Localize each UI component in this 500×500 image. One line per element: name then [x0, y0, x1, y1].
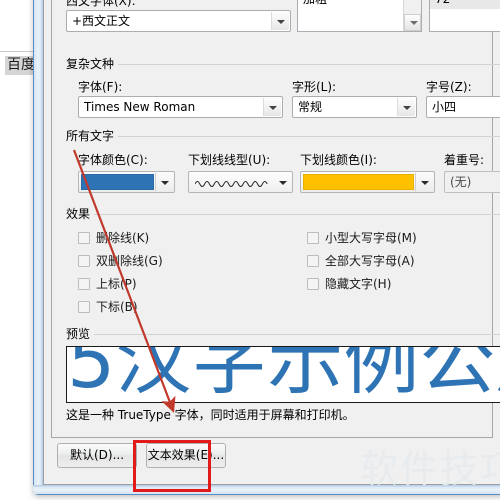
- underline-style-combo[interactable]: [188, 171, 293, 193]
- checkbox-hidden-text[interactable]: 隐藏文字(H): [307, 277, 391, 292]
- latin-font-label: 西文字体(X):: [66, 0, 136, 8]
- chevron-down-icon[interactable]: [263, 98, 281, 116]
- checkbox-icon[interactable]: [78, 301, 90, 313]
- checkbox-label: 全部大写字母(A): [325, 254, 415, 268]
- checkbox-strikethrough[interactable]: 删除线(K): [78, 231, 149, 246]
- preview-caption: 预览: [66, 326, 95, 342]
- checkbox-superscript[interactable]: 上标(P): [78, 277, 137, 292]
- group-divider: [66, 136, 500, 137]
- browser-tab-baidu[interactable]: 百度: [5, 56, 36, 75]
- font-color-picker[interactable]: [78, 171, 175, 193]
- all-text-caption: 所有文字: [66, 128, 119, 144]
- dialog-frame-bottom: [33, 485, 500, 495]
- cs-font-label: 字体(F):: [78, 80, 123, 94]
- font-tab-page: 西文字体(X): +西文正文 倾斜 加粗 48 72: [51, 0, 500, 438]
- set-as-default-button[interactable]: 默认(D)...: [57, 443, 137, 468]
- scrollbar-vertical[interactable]: [403, 0, 421, 31]
- list-item[interactable]: 72: [430, 0, 500, 9]
- checkbox-icon[interactable]: [307, 278, 319, 290]
- all-text-group: 所有文字: [66, 128, 500, 146]
- emphasis-mark-value: (无): [450, 175, 472, 189]
- checkbox-label: 小型大写字母(M): [325, 231, 417, 245]
- cs-size-label: 字号(Z):: [426, 80, 472, 94]
- complex-script-group: 复杂文种: [66, 56, 500, 74]
- chevron-down-icon[interactable]: [156, 172, 174, 192]
- cs-size-combo[interactable]: 小四: [426, 96, 500, 118]
- font-preview-box: 5汉字示例公用: [66, 346, 500, 403]
- checkbox-icon[interactable]: [78, 255, 90, 267]
- truetype-note: 这是一种 TrueType 字体，同时适用于屏幕和打印机。: [66, 408, 355, 422]
- checkbox-label: 删除线(K): [96, 231, 150, 245]
- checkbox-label: 隐藏文字(H): [325, 277, 392, 291]
- checkbox-subscript[interactable]: 下标(B): [78, 300, 138, 315]
- cs-font-value: Times New Roman: [84, 100, 196, 114]
- group-divider: [66, 334, 500, 335]
- checkbox-all-caps[interactable]: 全部大写字母(A): [307, 254, 415, 269]
- effects-group: 效果: [66, 206, 500, 224]
- scroll-down-icon[interactable]: [404, 14, 421, 31]
- font-style-listbox[interactable]: 倾斜 加粗: [297, 0, 422, 32]
- underline-style-label: 下划线线型(U):: [188, 153, 271, 167]
- font-color-swatch: [81, 174, 154, 190]
- cs-font-combo[interactable]: Times New Roman: [78, 96, 283, 118]
- font-size-listbox[interactable]: 48 72: [429, 0, 500, 32]
- checkbox-label: 上标(P): [96, 277, 137, 291]
- cs-style-value: 常规: [298, 100, 323, 114]
- cs-size-value: 小四: [432, 100, 457, 114]
- effects-caption: 效果: [66, 206, 95, 222]
- checkbox-icon[interactable]: [78, 232, 90, 244]
- font-color-label: 字体颜色(C):: [78, 153, 148, 167]
- font-dialog-window: 西文字体(X): +西文正文 倾斜 加粗 48 72: [33, 0, 500, 495]
- dialog-client-area: 西文字体(X): +西文正文 倾斜 加粗 48 72: [43, 0, 500, 485]
- emphasis-mark-label: 着重号:: [444, 153, 485, 167]
- cs-style-combo[interactable]: 常规: [292, 96, 417, 118]
- text-effects-button[interactable]: 文本效果(E)...: [146, 443, 226, 468]
- chevron-down-icon[interactable]: [397, 98, 415, 116]
- wavy-underline-icon: [194, 178, 272, 188]
- group-divider: [66, 64, 500, 65]
- backdrop-divider-horizontal: [0, 51, 34, 52]
- latin-font-value: +西文正文: [72, 14, 131, 28]
- preview-sample-text: 5汉字示例公用: [67, 346, 500, 403]
- checkbox-icon[interactable]: [78, 278, 90, 290]
- chevron-down-icon[interactable]: [416, 172, 434, 192]
- complex-script-caption: 复杂文种: [66, 56, 119, 72]
- underline-color-label: 下划线颜色(I):: [300, 153, 377, 167]
- latin-font-combo[interactable]: +西文正文: [66, 10, 291, 32]
- checkbox-label: 双删除线(G): [96, 254, 163, 268]
- cs-style-label: 字形(L):: [292, 80, 337, 94]
- checkbox-icon[interactable]: [307, 255, 319, 267]
- checkbox-icon[interactable]: [307, 232, 319, 244]
- underline-color-swatch: [303, 174, 414, 190]
- preview-group: 预览: [66, 326, 500, 344]
- group-divider: [66, 214, 500, 215]
- chevron-down-icon[interactable]: [271, 12, 289, 30]
- checkbox-small-caps[interactable]: 小型大写字母(M): [307, 231, 417, 246]
- checkbox-double-strikethrough[interactable]: 双删除线(G): [78, 254, 163, 269]
- underline-color-picker[interactable]: [300, 171, 435, 193]
- checkbox-label: 下标(B): [96, 300, 138, 314]
- chevron-down-icon[interactable]: [274, 172, 292, 192]
- emphasis-mark-combo[interactable]: (无): [444, 171, 500, 193]
